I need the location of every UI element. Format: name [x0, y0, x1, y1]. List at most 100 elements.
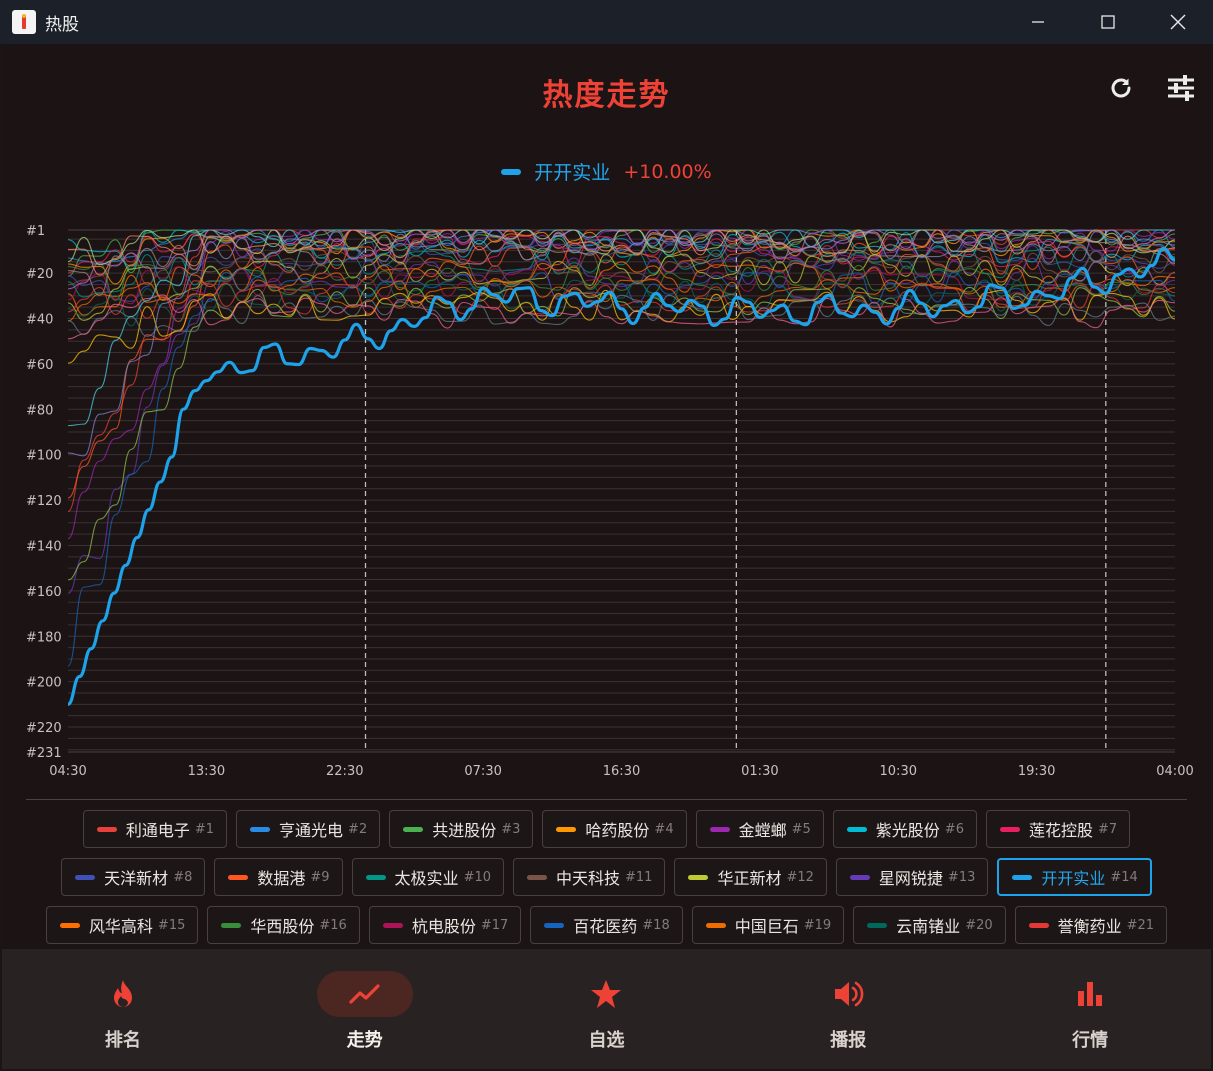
chip-stock-name: 天洋新材 [104, 869, 169, 888]
stock-chip[interactable]: 哈药股份 #4 [542, 810, 687, 848]
heat-trend-chart[interactable]: 开开实业 +10.00% #1 #20 #40 #60 #80 #100 #120 #140 #… [2, 144, 1211, 794]
chip-stock-name: 华西股份 [250, 917, 315, 936]
fire-icon [113, 980, 132, 1008]
chip-rank: #15 [157, 917, 186, 933]
y-tick-label: #60 [26, 358, 53, 373]
chip-row: 风华高科 #15 华西股份 #16 杭电股份 #17 百花医药 #18 中国巨石 #19 云南锗业 #… [2, 906, 1211, 944]
y-tick-label: #20 [26, 267, 53, 282]
stock-chip[interactable]: 亨通光电 #2 [236, 810, 381, 848]
nav-item-watchlist[interactable]: 自选 [486, 949, 728, 1069]
chip-color-swatch [1012, 874, 1033, 880]
stock-chip[interactable]: 云南锗业 #20 [853, 906, 1006, 944]
window-controls [1003, 0, 1213, 44]
nav-item-broadcast[interactable]: 播报 [727, 949, 969, 1069]
stock-chip[interactable]: 开开实业 #14 [997, 858, 1152, 896]
nav-label: 排名 [104, 1030, 141, 1051]
stock-chip[interactable]: 华正新材 #12 [674, 858, 827, 896]
nav-label: 走势 [346, 1030, 383, 1051]
chip-color-swatch [250, 826, 271, 832]
refresh-button[interactable] [1103, 70, 1139, 106]
legend-change: +10.00% [623, 160, 712, 183]
maximize-icon [1101, 15, 1115, 29]
chip-color-swatch [709, 826, 730, 832]
stock-chip[interactable]: 百花医药 #18 [530, 906, 683, 944]
chip-rank: #2 [348, 821, 368, 837]
chip-stock-name: 华正新材 [717, 869, 782, 888]
stock-chip[interactable]: 星网锐捷 #13 [835, 858, 989, 896]
page-title: 热度走势 [542, 78, 671, 113]
chip-stock-name: 云南锗业 [896, 917, 961, 936]
chip-color-swatch [867, 922, 888, 928]
chip-color-swatch [403, 826, 424, 832]
chip-rank: #18 [642, 917, 670, 933]
chip-color-swatch [849, 874, 870, 880]
nav-item-ranking[interactable]: 排名 [2, 949, 244, 1069]
chip-rank: #7 [1097, 821, 1118, 837]
y-tick-label: #220 [26, 721, 62, 736]
maximize-button[interactable] [1073, 0, 1143, 44]
stock-chip[interactable]: 太极实业 #10 [351, 858, 504, 896]
nav-item-market[interactable]: 行情 [969, 949, 1211, 1069]
chip-stock-name: 紫光股份 [875, 821, 940, 840]
settings-button[interactable] [1163, 70, 1199, 106]
sliders-icon [1168, 75, 1194, 101]
chip-stock-name: 百花医药 [573, 917, 638, 936]
speaker-icon [835, 981, 864, 1007]
chip-color-swatch [556, 826, 577, 832]
chip-rank: #12 [786, 869, 814, 885]
background-series-line [67, 286, 1176, 581]
legend-swatch [501, 168, 522, 175]
refresh-icon [1111, 78, 1131, 98]
chip-color-swatch [544, 922, 565, 928]
chip-stock-name: 数据港 [257, 869, 306, 888]
chip-rank: #9 [310, 869, 330, 885]
chip-color-swatch [221, 922, 242, 928]
chip-rank: #20 [965, 917, 993, 933]
chart-plot[interactable]: #1 #20 #40 #60 #80 #100 #120 #140 #160 #180 #200 #2… [2, 144, 1211, 794]
window-title: 热股 [45, 14, 79, 35]
x-tick-label: 16:30 [603, 764, 640, 779]
title-bar: 热股 [0, 0, 1213, 44]
nav-item-trend[interactable]: 走势 [244, 949, 486, 1069]
stock-chip[interactable]: 誉衡药业 #21 [1014, 906, 1168, 944]
stock-chip[interactable]: 共进股份 #3 [389, 810, 534, 848]
y-tick-label: #1 [26, 224, 45, 239]
chip-stock-name: 誉衡药业 [1057, 917, 1122, 936]
chip-stock-name: 金螳螂 [738, 821, 787, 840]
chip-color-swatch [999, 826, 1020, 832]
stock-chip[interactable]: 紫光股份 #6 [832, 810, 977, 848]
app-icon [12, 10, 36, 34]
x-tick-label: 19:30 [1018, 764, 1055, 779]
chip-row: 利通电子 #1 亨通光电 #2 共进股份 #3 哈药股份 #4 金螳螂 #5 紫光股份 #6 莲花控股 #… [2, 810, 1211, 848]
chip-rank: #1 [194, 821, 215, 837]
y-tick-label: #160 [26, 585, 62, 600]
stock-chip[interactable]: 中国巨石 #19 [691, 906, 845, 944]
chip-color-swatch [1028, 922, 1049, 928]
stock-chip[interactable]: 华西股份 #16 [207, 906, 360, 944]
x-tick-label: 04:30 [49, 764, 86, 779]
stock-chip[interactable]: 金螳螂 #5 [695, 810, 824, 848]
x-tick-label: 13:30 [188, 764, 225, 779]
x-tick-label: 22:30 [326, 764, 363, 779]
y-tick-label: #231 [26, 746, 62, 761]
chip-rank: #19 [803, 917, 832, 933]
stock-chip[interactable]: 利通电子 #1 [82, 810, 228, 848]
bar-chart-icon [1078, 982, 1103, 1006]
chip-color-swatch [59, 922, 80, 928]
minimize-button[interactable] [1003, 0, 1073, 44]
bottom-nav: 排名 走势 自选 播报 行情 [2, 949, 1211, 1069]
chip-stock-name: 开开实业 [1041, 869, 1106, 888]
chip-stock-name: 哈药股份 [585, 821, 650, 840]
stock-chip[interactable]: 数据港 #9 [214, 858, 343, 896]
chip-rank: #4 [654, 821, 674, 837]
stock-chip[interactable]: 莲花控股 #7 [985, 810, 1131, 848]
stock-chip[interactable]: 杭电股份 #17 [368, 906, 522, 944]
x-tick-label: 01:30 [741, 764, 778, 779]
x-tick-label: 07:30 [464, 764, 501, 779]
stock-chip[interactable]: 中天科技 #11 [513, 858, 666, 896]
stock-chip[interactable]: 天洋新材 #8 [61, 858, 206, 896]
chip-stock-name: 太极实业 [394, 869, 459, 888]
chip-rank: #11 [625, 869, 653, 885]
stock-chip[interactable]: 风华高科 #15 [45, 906, 199, 944]
close-button[interactable] [1143, 0, 1213, 44]
